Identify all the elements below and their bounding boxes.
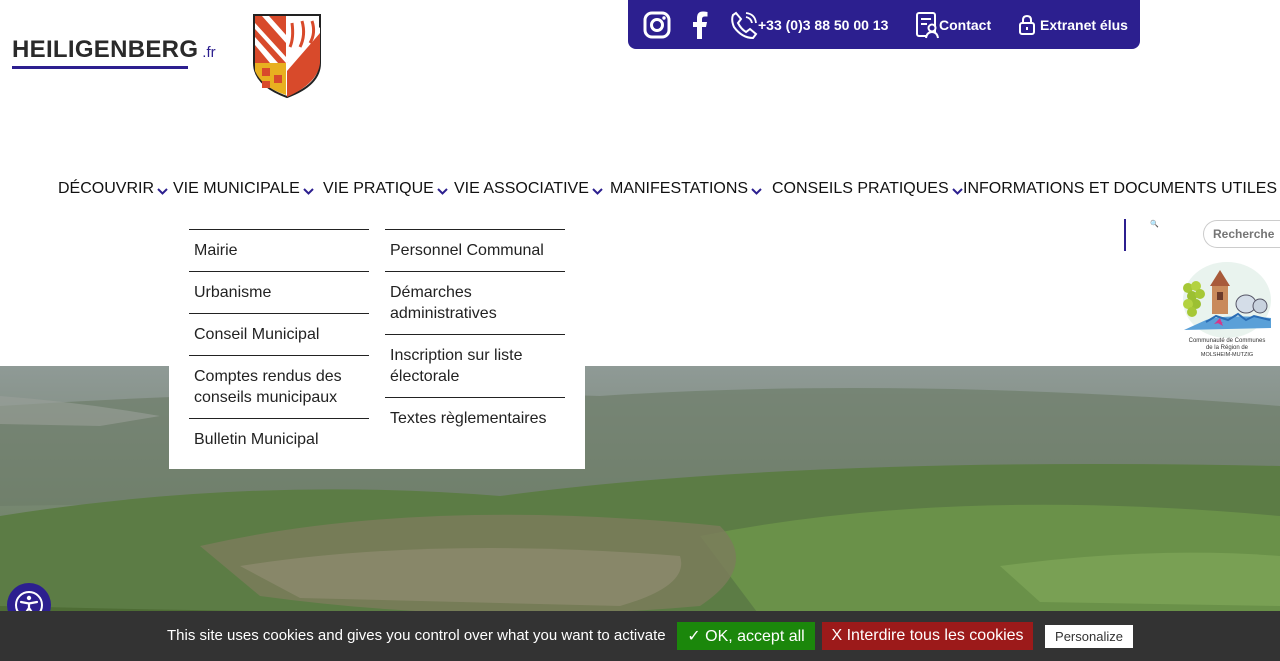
- nav-item-label: DÉCOUVRIR: [58, 180, 155, 197]
- chevron-down-icon: [951, 188, 963, 195]
- nav-item-manifestations[interactable]: MANIFESTATIONS: [610, 180, 762, 198]
- deny-all-cookies-button[interactable]: X Interdire tous les cookies: [822, 622, 1033, 650]
- facebook-icon: [693, 11, 708, 39]
- search-input[interactable]: [1203, 220, 1280, 248]
- chevron-down-icon: [592, 188, 603, 195]
- nav-item-label: INFORMATIONS ET DOCUMENTS UTILES: [963, 180, 1278, 197]
- extranet-link[interactable]: Extranet élus: [1018, 0, 1128, 49]
- nav-item-vie-associative[interactable]: VIE ASSOCIATIVE: [454, 180, 603, 198]
- top-bar: +33 (0)3 88 50 00 13 Contact Extranet él…: [628, 0, 1140, 49]
- nav-item-label: MANIFESTATIONS: [610, 180, 749, 197]
- menu-item-inscription-liste-electorale[interactable]: Inscription sur liste électorale: [385, 334, 565, 397]
- nav-item-label: VIE MUNICIPALE: [173, 180, 300, 197]
- svg-text:de la Région de: de la Région de: [1206, 345, 1249, 351]
- instagram-icon: [643, 11, 671, 38]
- instagram-link[interactable]: [643, 0, 671, 49]
- nav-item-decouvrir[interactable]: DÉCOUVRIR: [58, 180, 168, 198]
- site-logo[interactable]: HEILIGENBERG .fr: [12, 36, 216, 69]
- dropdown-column-right: Personnel Communal Démarches administrat…: [385, 229, 565, 439]
- lock-icon: [1019, 14, 1035, 35]
- search-divider: [1124, 219, 1126, 251]
- menu-item-demarches-administratives[interactable]: Démarches administratives: [385, 271, 565, 334]
- phone-icon: [731, 11, 758, 39]
- menu-item-personnel-communal[interactable]: Personnel Communal: [385, 229, 565, 271]
- personalize-cookies-button[interactable]: Personalize: [1045, 625, 1133, 648]
- nav-item-label: CONSEILS PRATIQUES: [772, 180, 949, 197]
- svg-text:MOLSHEIM-MUTZIG: MOLSHEIM-MUTZIG: [1201, 352, 1253, 358]
- svg-text:Communauté de Communes: Communauté de Communes: [1189, 338, 1266, 344]
- dropdown-column-left: Mairie Urbanisme Conseil Municipal Compt…: [189, 229, 369, 460]
- nav-item-label: VIE PRATIQUE: [323, 180, 434, 197]
- communaute-communes-logo[interactable]: Communauté de Communes de la Région de M…: [1176, 258, 1278, 360]
- menu-item-conseil-municipal[interactable]: Conseil Municipal: [189, 313, 369, 355]
- menu-item-comptes-rendus[interactable]: Comptes rendus des conseils municipaux: [189, 355, 369, 418]
- menu-item-mairie[interactable]: Mairie: [189, 229, 369, 271]
- phone-link[interactable]: +33 (0)3 88 50 00 13: [730, 0, 888, 49]
- accept-all-cookies-button[interactable]: ✓ OK, accept all: [677, 622, 815, 650]
- search-icon[interactable]: 🔍: [1150, 220, 1159, 228]
- vie-municipale-dropdown: Mairie Urbanisme Conseil Municipal Compt…: [169, 212, 585, 469]
- contact-link[interactable]: Contact: [915, 0, 991, 49]
- nav-item-label: VIE ASSOCIATIVE: [454, 180, 589, 197]
- logo-text: HEILIGENBERG: [12, 36, 199, 63]
- extranet-label: Extranet élus: [1040, 16, 1128, 33]
- nav-item-vie-pratique[interactable]: VIE PRATIQUE: [323, 180, 448, 198]
- chevron-down-icon: [437, 188, 448, 195]
- logo-underline: [12, 66, 188, 69]
- cookie-message: This site uses cookies and gives you con…: [167, 627, 666, 644]
- chevron-down-icon: [751, 188, 762, 195]
- menu-item-bulletin-municipal[interactable]: Bulletin Municipal: [189, 418, 369, 460]
- nav-item-conseils-pratiques[interactable]: CONSEILS PRATIQUES: [772, 180, 963, 198]
- phone-number: +33 (0)3 88 50 00 13: [758, 16, 889, 33]
- logo-tld: .fr: [202, 44, 216, 61]
- chevron-down-icon: [303, 188, 314, 195]
- main-nav: DÉCOUVRIR VIE MUNICIPALE VIE PRATIQUE VI…: [0, 180, 1280, 206]
- contact-icon: [916, 11, 939, 38]
- nav-item-informations[interactable]: INFORMATIONS ET DOCUMENTS UTILES: [963, 180, 1280, 198]
- menu-item-textes-reglementaires[interactable]: Textes règlementaires: [385, 397, 565, 439]
- contact-label: Contact: [939, 16, 992, 33]
- menu-item-urbanisme[interactable]: Urbanisme: [189, 271, 369, 313]
- coat-of-arms-icon: [253, 14, 321, 99]
- chevron-down-icon: [157, 188, 168, 195]
- facebook-link[interactable]: [692, 0, 708, 49]
- nav-item-vie-municipale[interactable]: VIE MUNICIPALE: [173, 180, 314, 198]
